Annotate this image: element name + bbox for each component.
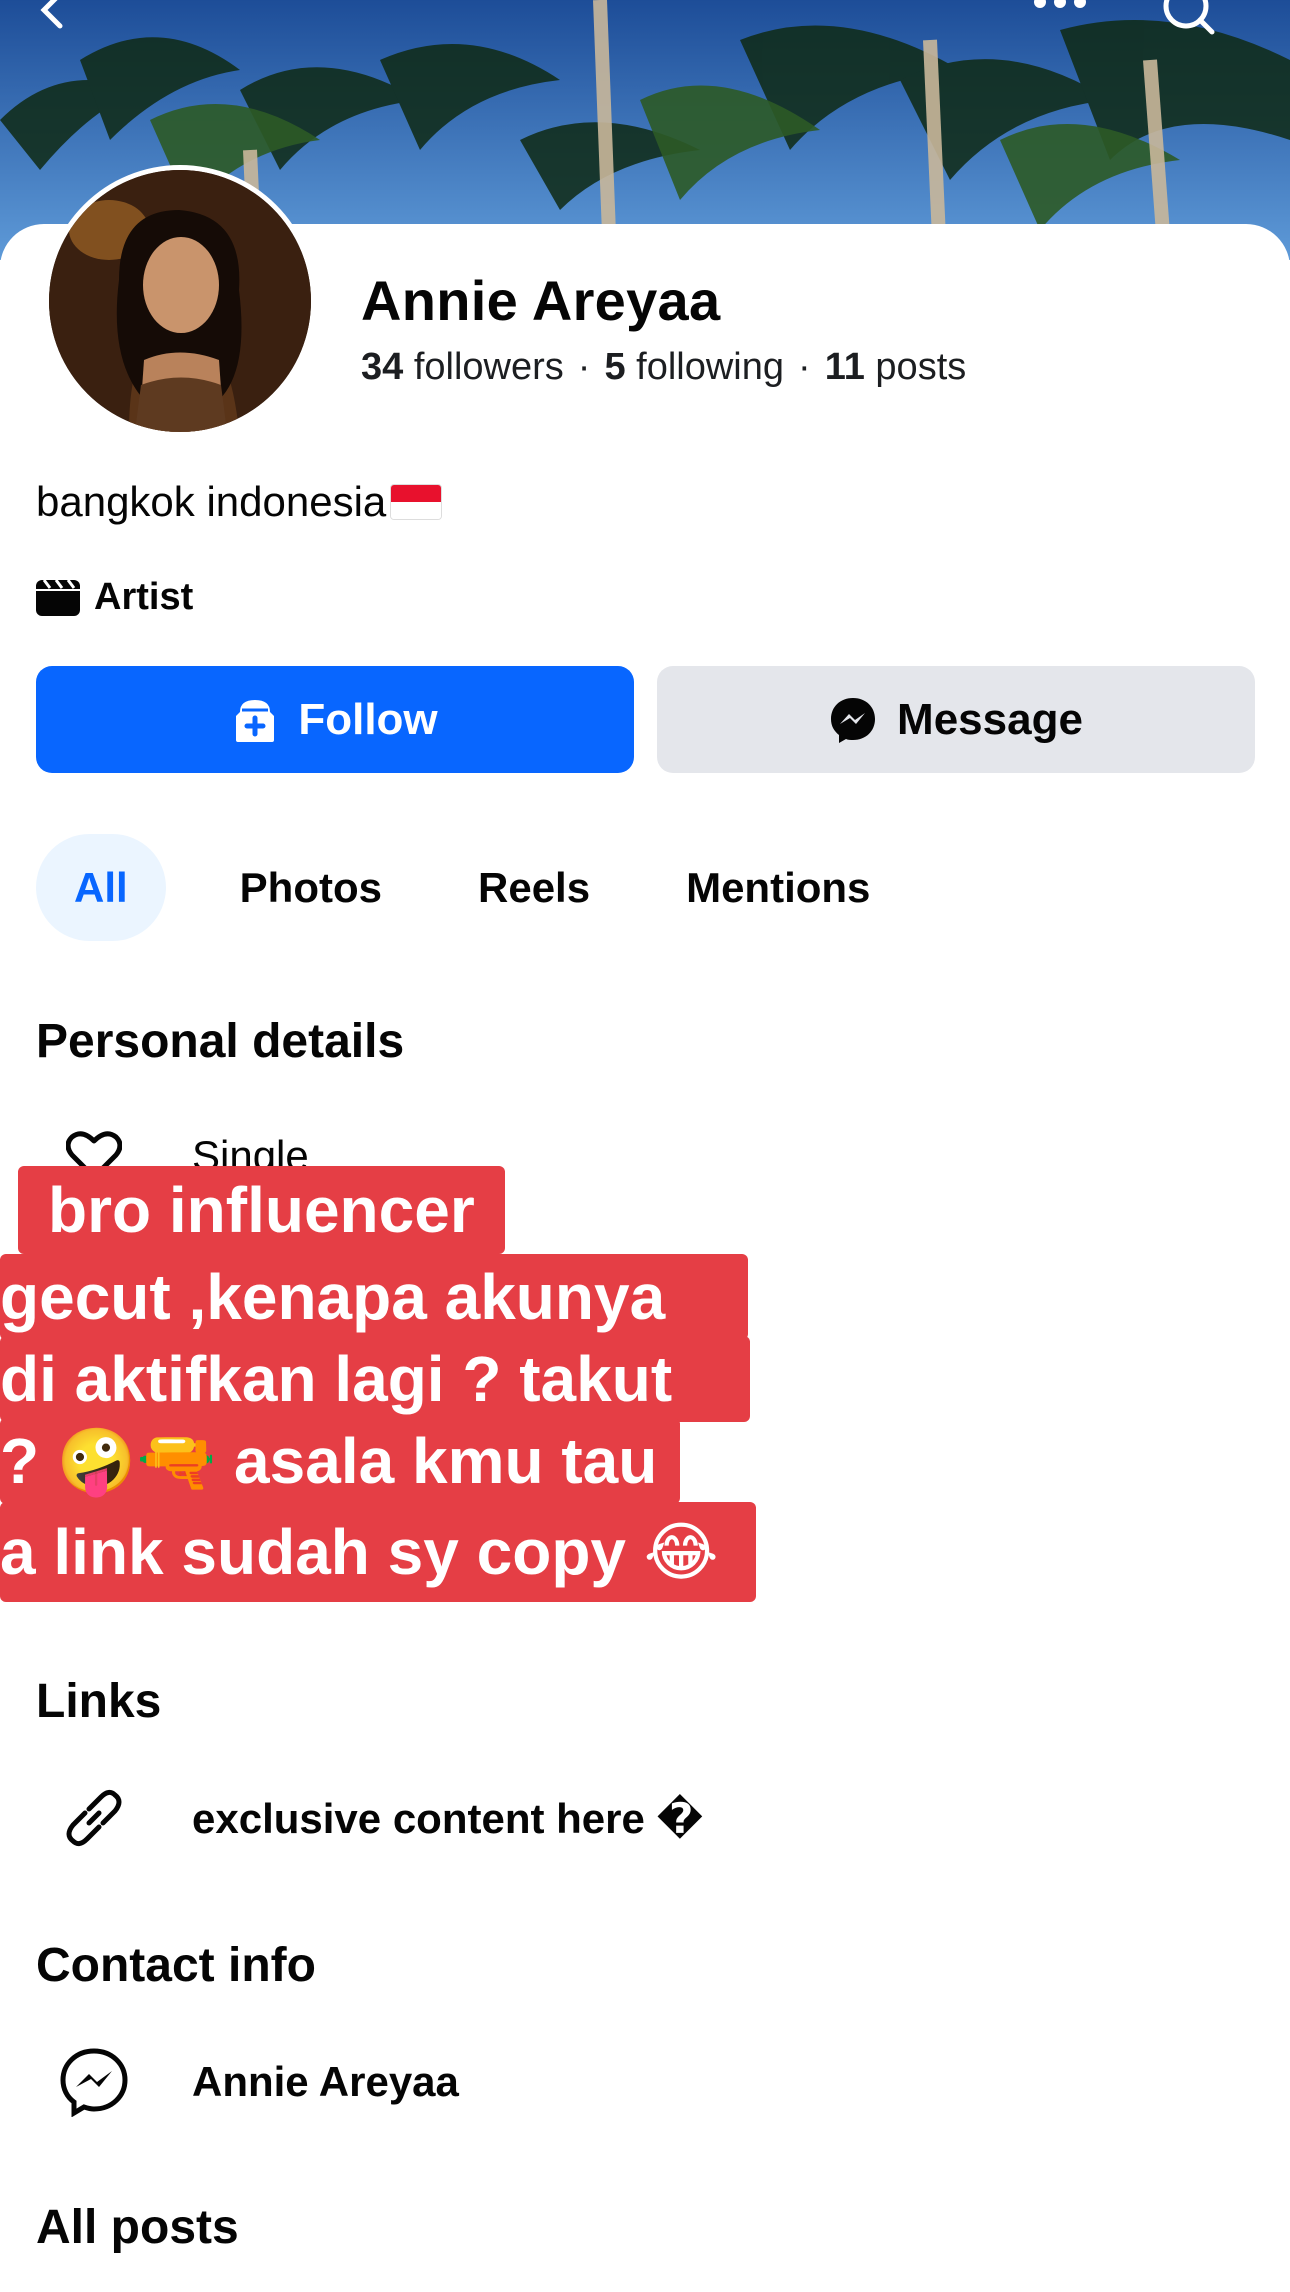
back-button[interactable]: [30, 0, 110, 40]
following-link[interactable]: 5 following: [604, 346, 784, 388]
caption-line: gecut ,kenapa akunya: [0, 1254, 748, 1340]
category-label: Artist: [94, 576, 194, 618]
personal-details-title: Personal details: [36, 1015, 405, 1068]
chevron-left-icon: [40, 0, 63, 29]
indonesia-flag-icon: [390, 484, 443, 520]
avatar[interactable]: [44, 165, 316, 437]
messenger-icon: [56, 2044, 132, 2120]
following-label: following: [636, 346, 785, 388]
profile-stats: 34 followers · 5 following · 11 posts: [361, 346, 966, 389]
follow-button[interactable]: Follow: [36, 666, 634, 773]
profile-name: Annie Areyaa: [361, 269, 721, 332]
profile-bio: bangkok indonesia: [36, 478, 443, 526]
followers-count: 34: [361, 346, 404, 388]
more-dots-icon: [1034, 0, 1086, 8]
more-button[interactable]: [1030, 0, 1110, 40]
following-count: 5: [604, 346, 626, 388]
tab-reels[interactable]: Reels: [430, 834, 638, 941]
search-icon: [1163, 0, 1215, 35]
profile-photo: [49, 170, 311, 432]
separator: ·: [798, 346, 811, 388]
search-button[interactable]: [1160, 0, 1240, 40]
tab-mentions[interactable]: Mentions: [638, 834, 918, 941]
message-button[interactable]: Message: [657, 666, 1255, 773]
caption-line: a link sudah sy copy 😂: [0, 1502, 756, 1602]
profile-tabs: All Photos Reels Mentions: [36, 834, 918, 941]
contact-info-title: Contact info: [36, 1939, 316, 1992]
follow-label: Follow: [298, 694, 438, 744]
caption-line: di aktifkan lagi ? takut: [0, 1336, 750, 1422]
link-row[interactable]: exclusive content here �: [56, 1780, 703, 1856]
caption-line: ? 🤪🔫 asala kmu tau: [0, 1418, 680, 1504]
separator: ·: [577, 346, 591, 388]
clapperboard-icon: [36, 579, 80, 616]
tab-photos[interactable]: Photos: [192, 834, 430, 941]
posts-link[interactable]: 11 posts: [825, 346, 967, 388]
link-text[interactable]: exclusive content here �: [192, 1794, 703, 1843]
links-title: Links: [36, 1675, 162, 1728]
posts-count: 11: [824, 346, 865, 388]
contact-name[interactable]: Annie Areyaa: [192, 2058, 459, 2106]
messenger-icon: [831, 697, 876, 743]
bio-text: bangkok indonesia: [36, 478, 387, 525]
contact-row[interactable]: Annie Areyaa: [56, 2044, 459, 2120]
tab-all[interactable]: All: [36, 834, 166, 941]
posts-label: posts: [875, 346, 967, 388]
caption-line: bro influencer: [18, 1166, 505, 1254]
follow-icon: [236, 699, 275, 742]
followers-link[interactable]: 34 followers: [361, 346, 564, 388]
all-posts-title: All posts: [36, 2201, 239, 2254]
profile-category: Artist: [36, 576, 193, 619]
link-icon: [56, 1780, 132, 1856]
message-label: Message: [897, 694, 1083, 744]
followers-label: followers: [413, 346, 564, 388]
